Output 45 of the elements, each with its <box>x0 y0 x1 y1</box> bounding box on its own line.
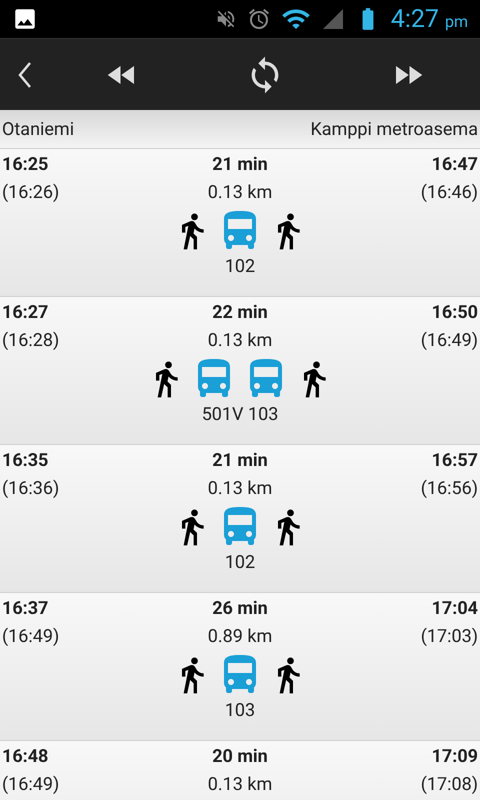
planned-departure: (16:49) <box>2 773 60 797</box>
planned-arrival: (17:03) <box>420 625 478 649</box>
bus-lines: 501V 103 <box>202 403 278 427</box>
planned-arrival: (16:46) <box>420 181 478 205</box>
route-row[interactable]: 16:35 (16:36) 21 min 0.13 km 102 16:57 (16:56) <box>0 444 480 592</box>
arrival-time: 16:57 <box>432 449 478 473</box>
trip-duration: 21 min <box>212 153 268 177</box>
destination-label: Kamppi metroasema <box>310 118 478 142</box>
departure-time: 16:27 <box>2 301 50 325</box>
planned-departure: (16:28) <box>2 329 60 353</box>
walking-distance: 0.13 km <box>208 181 272 205</box>
planned-arrival: (16:56) <box>420 477 478 501</box>
walking-distance: 0.13 km <box>208 773 272 797</box>
planned-departure: (16:49) <box>2 625 60 649</box>
trip-duration: 26 min <box>212 597 268 621</box>
bus-lines: 102 <box>224 551 256 575</box>
arrival-time: 17:04 <box>432 597 478 621</box>
alarm-clock-icon <box>246 7 271 31</box>
planned-departure: (16:36) <box>2 477 60 501</box>
trip-duration: 21 min <box>212 449 268 473</box>
bus-lines: 103 <box>224 699 256 723</box>
signal-icon <box>320 7 345 31</box>
planned-arrival: (16:49) <box>420 329 478 353</box>
origin-label: Otaniemi <box>2 118 74 142</box>
walking-distance: 0.89 km <box>208 625 272 649</box>
departure-time: 16:37 <box>2 597 50 621</box>
trip-duration: 20 min <box>212 745 268 769</box>
route-row[interactable]: 16:37 (16:49) 26 min 0.89 km 103 17:04 (17:03) <box>0 592 480 740</box>
departure-time: 16:35 <box>2 449 50 473</box>
arrival-time: 16:50 <box>432 301 478 325</box>
departure-time: 16:25 <box>2 153 50 177</box>
chevron-left-icon <box>18 62 32 88</box>
clock-time: 4:27 <box>390 6 439 32</box>
departure-time: 16:48 <box>2 745 50 769</box>
walking-distance: 0.13 km <box>208 477 272 501</box>
arrival-time: 17:09 <box>432 745 478 769</box>
walking-distance: 0.13 km <box>208 329 272 353</box>
planned-arrival: (17:08) <box>420 773 478 797</box>
bus-lines: 102 <box>224 255 256 279</box>
route-row[interactable]: 16:25 (16:26) 21 min 0.13 km 102 16:47 (16:46) <box>0 148 480 296</box>
clock-ampm: pm <box>444 14 468 30</box>
route-row[interactable]: 16:27 (16:28) 22 min 0.13 km 501V 103 16:50 (16:49) <box>0 296 480 444</box>
arrival-time: 16:47 <box>432 153 478 177</box>
trip-duration: 22 min <box>212 301 268 325</box>
planned-departure: (16:26) <box>2 181 60 205</box>
